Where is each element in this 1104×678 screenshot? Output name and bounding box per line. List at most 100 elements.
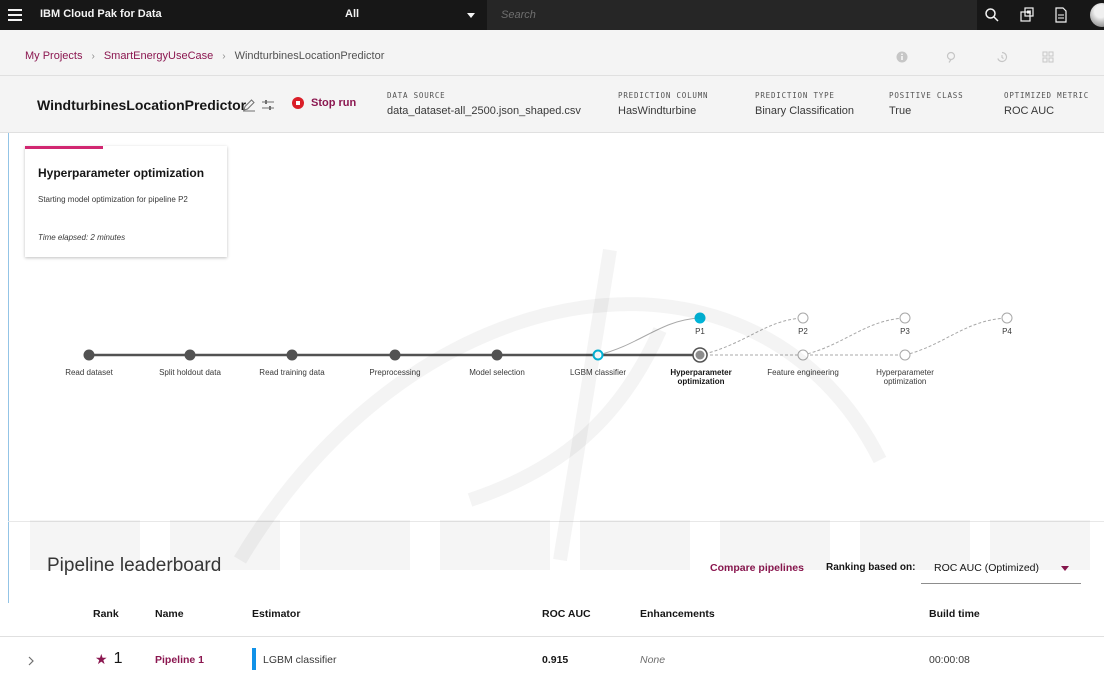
status-card-accent (25, 146, 103, 149)
top-nav-bar: IBM Cloud Pak for Data All (0, 0, 1104, 30)
pipeline-name-link[interactable]: Pipeline 1 (155, 654, 204, 666)
experiment-header: WindturbinesLocationPredictor Stop run D… (0, 76, 1104, 133)
column-header-build-time[interactable]: Build time (929, 608, 980, 620)
column-header-name[interactable]: Name (155, 608, 184, 620)
leaderboard-title: Pipeline leaderboard (47, 555, 222, 576)
grid-view-icon[interactable] (1042, 50, 1058, 66)
pipeline-node-p2[interactable] (797, 312, 809, 324)
column-header-estimator[interactable]: Estimator (252, 608, 300, 620)
step-label-preprocessing: Preprocessing (369, 368, 421, 377)
step-node-feature-engineering[interactable] (797, 349, 809, 361)
column-header-metric[interactable]: ROC AUC (542, 608, 591, 620)
step-node-model-selection[interactable] (491, 349, 503, 361)
step-node-hpo-2[interactable] (899, 349, 911, 361)
compare-pipelines-button[interactable]: Compare pipelines (710, 562, 804, 574)
stop-icon (292, 97, 304, 109)
ranking-dropdown[interactable]: ROC AUC (Optimized) (921, 552, 1081, 584)
step-label-feature-engineering: Feature engineering (767, 368, 839, 377)
branch-p3 (802, 317, 906, 356)
table-row[interactable]: ★ 1 Pipeline 1 LGBM classifier 0.915 Non… (0, 636, 1104, 678)
caret-down-icon (467, 13, 475, 18)
meta-label: OPTIMIZED METRIC (1004, 91, 1090, 100)
meta-value: Binary Classification (755, 105, 855, 117)
step-node-preprocessing[interactable] (389, 349, 401, 361)
pipeline-label-p2: P2 (798, 327, 808, 336)
caret-down-icon (1061, 566, 1069, 571)
search-input[interactable] (487, 0, 977, 30)
step-node-read-dataset[interactable] (83, 349, 95, 361)
pipeline-node-p3[interactable] (899, 312, 911, 324)
history-icon[interactable] (996, 50, 1012, 66)
step-node-split-holdout[interactable] (184, 349, 196, 361)
chevron-right-icon[interactable] (26, 653, 36, 671)
ranking-dropdown-value: ROC AUC (Optimized) (934, 562, 1040, 574)
meta-value: HasWindturbine (618, 105, 697, 117)
meta-value: ROC AUC (1004, 105, 1055, 117)
step-label-lgbm: LGBM classifier (569, 368, 626, 377)
branch-p1 (597, 317, 701, 356)
enhancements-value: None (640, 654, 666, 666)
meta-optimized-metric: OPTIMIZED METRIC ROC AUC (1004, 91, 1089, 117)
pipeline-label-p3: P3 (900, 327, 910, 336)
pipeline-node-p1[interactable] (694, 312, 706, 324)
meta-label: DATA SOURCE (387, 91, 446, 100)
meta-data-source: DATA SOURCE data_dataset-all_2500.json_s… (387, 91, 581, 117)
star-icon: ★ (95, 650, 108, 667)
info-icon[interactable] (896, 50, 912, 66)
step-label-read-dataset: Read dataset (65, 368, 113, 377)
status-description: Starting model optimization for pipeline… (38, 195, 188, 204)
leaderboard-divider (8, 521, 1104, 522)
meta-positive-class: POSITIVE CLASS True (889, 91, 963, 117)
step-node-lgbm[interactable] (592, 349, 604, 361)
breadcrumb-current: WindturbinesLocationPredictor (234, 50, 385, 62)
pipeline-label-p4: P4 (1002, 327, 1012, 336)
search-scope-value: All (345, 8, 360, 20)
breadcrumb-project[interactable]: SmartEnergyUseCase (104, 50, 213, 62)
status-card: Hyperparameter optimization Starting mod… (25, 146, 227, 257)
breadcrumb-bar: My Projects › SmartEnergyUseCase › Windturbi… (0, 30, 1104, 76)
search-icon[interactable] (977, 0, 1007, 30)
column-header-enhancements[interactable]: Enhancements (640, 608, 715, 620)
stop-run-label: Stop run (311, 97, 357, 109)
meta-label: PREDICTION COLUMN (618, 91, 709, 100)
document-icon[interactable] (1046, 0, 1076, 30)
catalog-icon[interactable] (1012, 0, 1042, 30)
breadcrumb-my-projects[interactable]: My Projects (25, 50, 82, 62)
pipeline-label-p1: P1 (695, 327, 705, 336)
search-scope-dropdown[interactable]: All (335, 0, 485, 30)
step-label-model-selection: Model selection (469, 368, 525, 377)
edit-icon[interactable] (242, 98, 256, 117)
column-header-rank[interactable]: Rank (93, 608, 119, 620)
meta-value: True (889, 105, 912, 117)
rank-value: 1 (113, 650, 123, 667)
step-label-hpo-active: Hyperparameter optimization (670, 368, 732, 386)
hamburger-menu-icon[interactable] (6, 6, 24, 24)
estimator-color-bar (252, 648, 256, 670)
experiment-title: WindturbinesLocationPredictor (37, 97, 247, 113)
product-name: IBM Cloud Pak for Data (40, 8, 162, 20)
step-node-hpo-active-core (695, 350, 705, 360)
step-label-hpo-2: Hyperparameter optimization (876, 368, 934, 386)
step-label-read-training: Read training data (259, 368, 325, 377)
meta-label: POSITIVE CLASS (889, 91, 964, 100)
rank-cell: ★ 1 (95, 650, 122, 668)
build-time-value: 00:00:08 (929, 654, 970, 666)
step-label-split-holdout: Split holdout data (159, 368, 221, 377)
estimator-value: LGBM classifier (263, 654, 337, 666)
breadcrumb: My Projects › SmartEnergyUseCase › Windturbi… (25, 50, 384, 62)
meta-value: data_dataset-all_2500.json_shaped.csv (387, 105, 581, 117)
status-title: Hyperparameter optimization (38, 166, 205, 180)
step-node-read-training[interactable] (286, 349, 298, 361)
pipeline-node-p4[interactable] (1001, 312, 1013, 324)
pipeline-progress-map: P1 P2 P3 P4 (83, 312, 1013, 363)
notebook-icon[interactable] (946, 50, 962, 66)
time-elapsed: Time elapsed: 2 minutes (38, 233, 126, 242)
meta-prediction-type: PREDICTION TYPE Binary Classification (755, 91, 854, 117)
settings-sliders-icon[interactable] (261, 98, 275, 117)
meta-prediction-column: PREDICTION COLUMN HasWindturbine (618, 91, 708, 117)
user-avatar[interactable] (1090, 3, 1104, 27)
branch-p4 (904, 317, 1008, 356)
stop-run-button[interactable]: Stop run (292, 97, 356, 109)
roc-auc-value: 0.915 (542, 654, 569, 666)
ranking-label: Ranking based on: (826, 562, 916, 573)
